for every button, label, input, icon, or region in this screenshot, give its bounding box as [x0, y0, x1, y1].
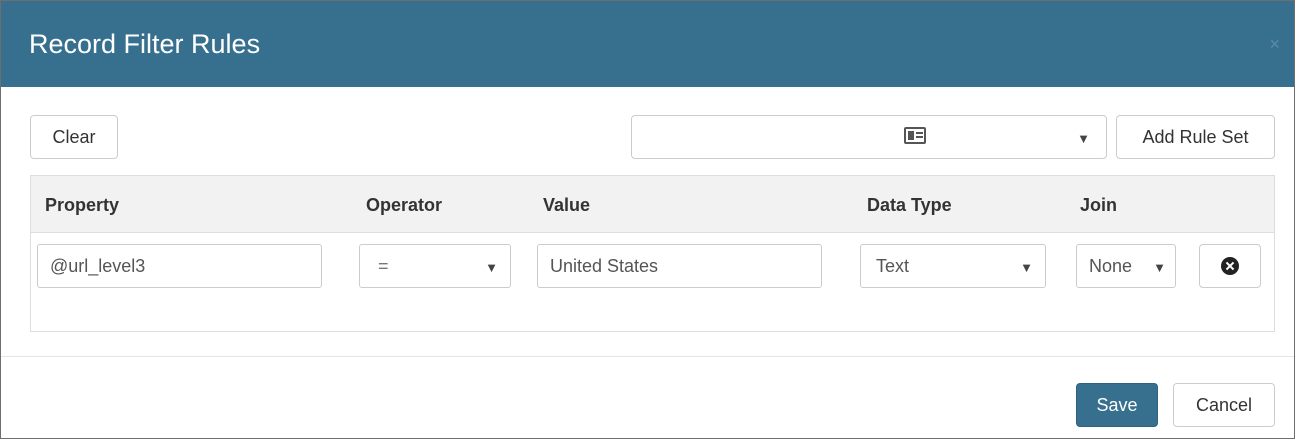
rules-table: Property Operator Value Data Type Join @… [30, 175, 1275, 332]
chevron-down-icon: ▼ [1153, 260, 1166, 275]
property-input[interactable]: @url_level3 [37, 244, 322, 288]
operator-select[interactable]: = ▼ [359, 244, 511, 288]
operator-select-value: = [378, 255, 389, 276]
table-header-row: Property Operator Value Data Type Join [31, 176, 1274, 233]
chevron-down-icon: ▼ [1077, 131, 1090, 146]
times-circle-icon [1221, 257, 1239, 275]
clear-button[interactable]: Clear [30, 115, 118, 159]
modal-header: Record Filter Rules × [1, 1, 1294, 87]
property-input-value: @url_level3 [50, 255, 146, 276]
modal-title: Record Filter Rules [29, 29, 261, 59]
column-header-data-type: Data Type [867, 195, 952, 215]
data-type-select-value: Text [876, 255, 910, 276]
value-input[interactable]: United States [537, 244, 822, 288]
chevron-down-icon: ▼ [485, 260, 498, 275]
rule-set-select[interactable]: ▼ [631, 115, 1107, 159]
column-header-value: Value [543, 195, 591, 215]
data-type-select[interactable]: Text ▼ [860, 244, 1046, 288]
cancel-button[interactable]: Cancel [1173, 383, 1275, 427]
close-icon[interactable]: × [1269, 35, 1280, 53]
save-button[interactable]: Save [1076, 383, 1158, 427]
footer-divider [1, 356, 1294, 357]
join-select-value: None [1089, 255, 1133, 276]
chevron-down-icon: ▼ [1020, 260, 1033, 275]
id-card-icon [904, 127, 926, 144]
add-rule-set-button[interactable]: Add Rule Set [1116, 115, 1275, 159]
remove-rule-button[interactable] [1199, 244, 1261, 288]
column-header-property: Property [45, 195, 120, 215]
column-header-operator: Operator [366, 195, 443, 215]
value-input-value: United States [550, 255, 659, 276]
column-header-join: Join [1080, 195, 1118, 215]
join-select[interactable]: None ▼ [1076, 244, 1176, 288]
record-filter-rules-modal: Record Filter Rules × Clear ▼ Add Rule S… [0, 0, 1295, 439]
